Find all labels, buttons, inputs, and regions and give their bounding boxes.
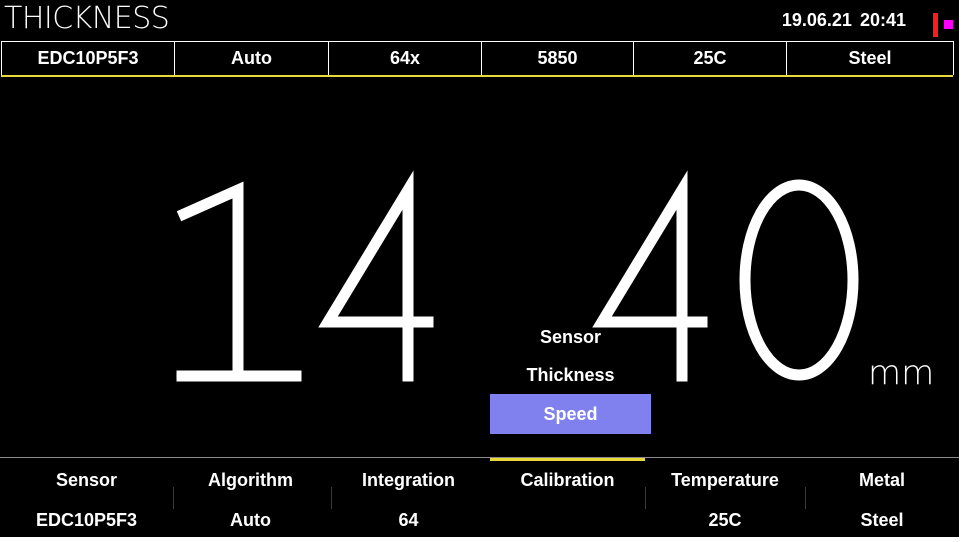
menu-divider: [805, 487, 806, 509]
menu-item-algorithm[interactable]: Algorithm Auto: [173, 458, 328, 537]
status-bar: EDC10P5F3 Auto 64x 5850 25C Steel: [1, 41, 954, 77]
title-bar: THICKNESS 19.06.21 20:41: [0, 0, 959, 39]
time-label: 20:41: [859, 10, 906, 30]
status-integration[interactable]: 64x: [328, 41, 482, 75]
status-sensor[interactable]: EDC10P5F3: [1, 41, 175, 75]
status-algorithm[interactable]: Auto: [174, 41, 329, 75]
menu-value: Steel: [860, 510, 904, 530]
menu-label: Sensor: [55, 470, 118, 490]
date-label: 19.06.21: [781, 10, 852, 30]
device-screen: THICKNESS 19.06.21 20:41 EDC10P5F3 Auto 6…: [0, 0, 959, 537]
menu-divider: [173, 487, 174, 509]
popup-menu: Sensor Thickness Speed: [490, 318, 651, 434]
popup-item-speed[interactable]: Speed: [490, 394, 651, 434]
menu-item-integration[interactable]: Integration 64: [331, 458, 486, 537]
digit-4: [318, 170, 434, 382]
menu-item-sensor[interactable]: Sensor EDC10P5F3: [0, 458, 173, 537]
flag-icon: [933, 13, 953, 37]
menu-divider: [331, 487, 332, 509]
popup-item-sensor[interactable]: Sensor: [490, 318, 651, 356]
menu-value: 64: [398, 510, 419, 530]
digit-0: [739, 179, 859, 381]
active-indicator: [490, 458, 645, 461]
status-temperature[interactable]: 25C: [633, 41, 787, 75]
screen-title: THICKNESS: [4, 1, 170, 36]
reading-digits: [176, 170, 859, 382]
bottom-menu: Sensor EDC10P5F3 Algorithm Auto Integrat…: [0, 457, 959, 537]
date-time: 19.06.21 20:41: [782, 9, 906, 31]
digit-1: [176, 181, 244, 382]
status-speed[interactable]: 5850: [481, 41, 634, 75]
menu-label: Integration: [362, 470, 455, 490]
menu-value: Auto: [230, 510, 271, 530]
menu-value: 25C: [708, 510, 742, 530]
unit-label: mm: [868, 353, 935, 393]
popup-item-thickness[interactable]: Thickness: [490, 356, 651, 394]
menu-item-calibration[interactable]: Calibration: [490, 458, 645, 537]
menu-label: Algorithm: [208, 470, 293, 490]
menu-item-metal[interactable]: Metal Steel: [805, 458, 959, 537]
menu-label: Calibration: [520, 470, 615, 490]
menu-item-temperature[interactable]: Temperature 25C: [645, 458, 805, 537]
thickness-reading: [0, 110, 959, 450]
menu-value: EDC10P5F3: [35, 510, 138, 530]
menu-divider: [645, 487, 646, 509]
status-metal[interactable]: Steel: [786, 41, 954, 75]
menu-label: Temperature: [671, 470, 779, 490]
menu-label: Metal: [858, 470, 905, 490]
